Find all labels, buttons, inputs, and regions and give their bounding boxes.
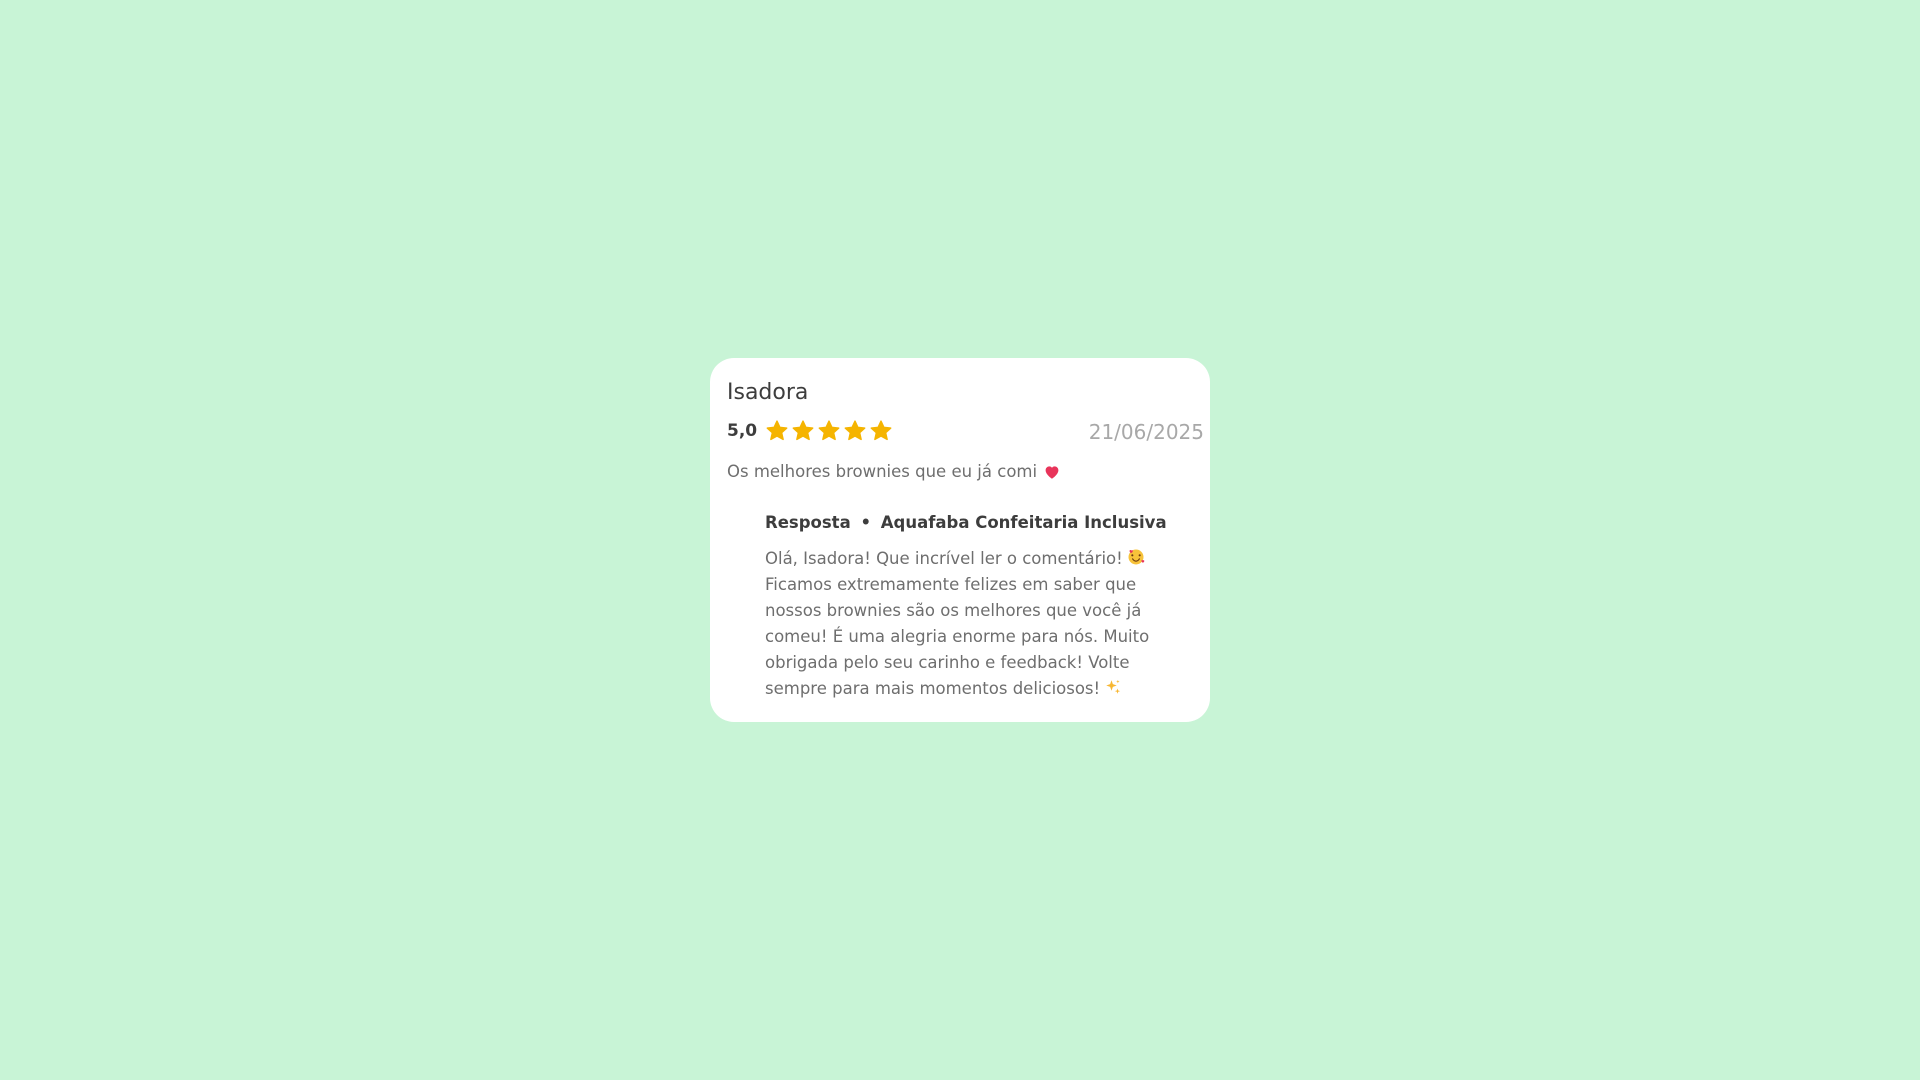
star-icon — [791, 419, 815, 443]
reply-label: Resposta — [765, 513, 851, 532]
reply-separator: • — [860, 513, 872, 532]
reply-line: Ficamos extremamente felizes em saber qu… — [765, 575, 1137, 594]
star-icon — [765, 419, 789, 443]
review-comment: Os melhores brownies que eu já comi — [727, 462, 1061, 481]
reply-line: comeu! É uma alegria enorme para nós. Mu… — [765, 627, 1150, 646]
rating-score: 5,0 — [727, 421, 758, 441]
reply-line: nossos brownies são os melhores que você… — [765, 601, 1142, 620]
reply-line: Olá, Isadora! Que incrível ler o comentá… — [765, 546, 1150, 572]
review-card: Isadora 5,0 21/06/2025 Os melhores brown… — [710, 358, 1210, 722]
smiling-face-with-hearts-icon — [1127, 548, 1145, 566]
rating-row: 5,0 — [727, 418, 895, 444]
reply-line: sempre para mais momentos deliciosos! — [765, 676, 1150, 702]
reply-body: Olá, Isadora! Que incrível ler o comentá… — [765, 546, 1150, 702]
star-rating — [765, 419, 895, 443]
reply-header: Resposta • Aquafaba Confeitaria Inclusiv… — [765, 513, 1167, 532]
sparkles-icon — [1104, 678, 1122, 696]
review-date: 21/06/2025 — [1088, 420, 1204, 444]
review-comment-text: Os melhores brownies que eu já comi — [727, 462, 1038, 481]
reply-business-name: Aquafaba Confeitaria Inclusiva — [880, 513, 1167, 532]
reply-line: obrigada pelo seu carinho e feedback! Vo… — [765, 653, 1130, 672]
star-icon — [817, 419, 841, 443]
heart-icon — [1043, 463, 1061, 481]
reviewer-name: Isadora — [727, 380, 809, 405]
business-reply: Resposta • Aquafaba Confeitaria Inclusiv… — [765, 513, 1167, 702]
star-icon — [869, 419, 893, 443]
star-icon — [843, 419, 867, 443]
